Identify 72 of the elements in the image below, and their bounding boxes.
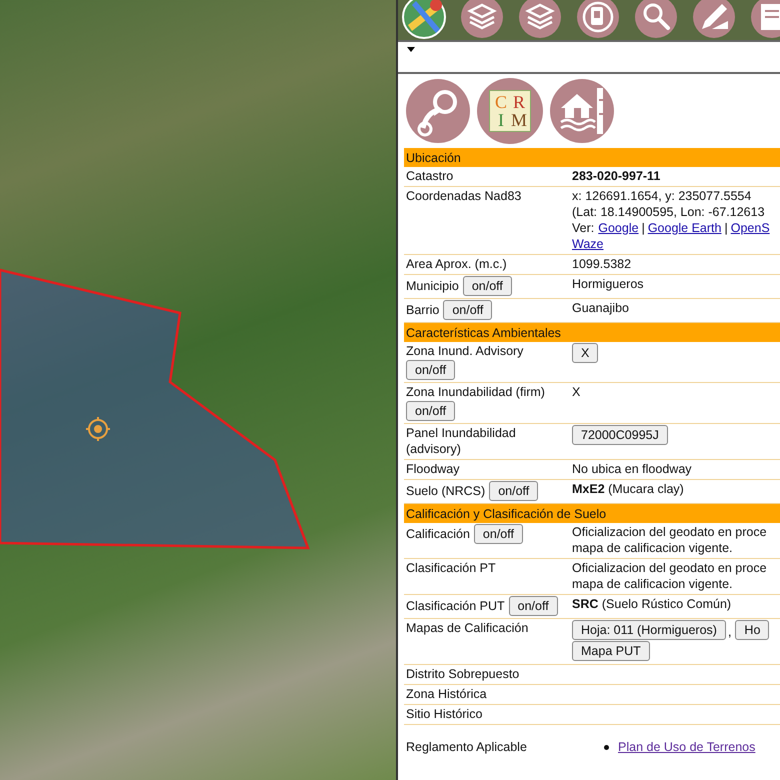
- toggle-button[interactable]: on/off: [489, 481, 538, 501]
- field-label: Reglamento Aplicable: [406, 739, 527, 755]
- pencil-icon[interactable]: [692, 0, 736, 39]
- coordinate-text: x: 126691.1654, y: 235077.5554: [572, 188, 752, 204]
- toggle-button[interactable]: on/off: [443, 300, 492, 320]
- map-button[interactable]: Hoja: 011 (Hormigueros): [572, 620, 726, 640]
- field-label: Zona Histórica: [406, 686, 487, 702]
- map-button[interactable]: 72000C0995J: [572, 425, 668, 445]
- field-label: Sitio Histórico: [406, 706, 482, 722]
- search-icon[interactable]: [634, 0, 678, 39]
- dropdown-field[interactable]: [398, 40, 780, 74]
- toggle-button[interactable]: on/off: [474, 524, 523, 544]
- field-label: Floodway: [406, 461, 460, 477]
- value-text: mapa de calificacion vigente.: [572, 540, 734, 556]
- map-link[interactable]: Google: [598, 221, 639, 235]
- field-label: Clasificación PUT: [406, 598, 505, 614]
- value-text: Guanajibo: [572, 301, 629, 315]
- crim-logo[interactable]: C R I M: [477, 78, 543, 144]
- field-label: Coordenadas Nad83: [406, 188, 522, 204]
- field-label: Zona Inund. Advisory: [406, 343, 524, 359]
- value-text: mapa de calificacion vigente.: [572, 576, 734, 592]
- section-header: Características Ambientales: [404, 323, 780, 342]
- section-header: Calificación y Clasificación de Suelo: [404, 504, 780, 523]
- value-text: MxE2 (Mucara clay): [572, 482, 684, 496]
- field-label: Barrio: [406, 302, 440, 318]
- layers-icon[interactable]: [460, 0, 504, 39]
- toggle-button[interactable]: on/off: [406, 401, 456, 421]
- map-link[interactable]: Google Earth: [648, 221, 722, 235]
- value-text: 283-020-997-11: [572, 169, 660, 183]
- field-label: Catastro: [406, 168, 454, 184]
- value-text: Oficializacion del geodato en proce: [572, 560, 768, 576]
- field-label: Distrito Sobrepuesto: [406, 666, 520, 682]
- logo-letter: I: [497, 111, 505, 129]
- layers-icon[interactable]: [518, 0, 562, 39]
- logo-letter: R: [512, 93, 526, 111]
- field-label: Calificación: [406, 526, 470, 542]
- map-button[interactable]: Mapa PUT: [572, 641, 650, 661]
- map-link[interactable]: Waze: [572, 237, 604, 251]
- logo-letter: C: [494, 93, 508, 111]
- toggle-button[interactable]: on/off: [406, 360, 456, 380]
- house-flood-icon[interactable]: [549, 78, 615, 144]
- regulation-link[interactable]: Plan de Uso de Terrenos: [618, 739, 756, 755]
- value-text: X: [572, 385, 580, 399]
- value-text: No ubica en floodway: [572, 462, 692, 476]
- value-text: Hormigueros: [572, 277, 644, 291]
- field-label: Area Aprox. (m.c.): [406, 256, 507, 272]
- logo-letter: M: [510, 111, 528, 129]
- caret-icon: [407, 47, 415, 52]
- field-label: Mapas de Calificación: [406, 620, 528, 636]
- separator-text: ,: [728, 624, 732, 640]
- bullet-icon: [604, 744, 609, 750]
- map-pin-icon[interactable]: [402, 0, 446, 39]
- map-button[interactable]: Ho: [735, 620, 770, 640]
- separator-text: |: [642, 221, 645, 235]
- section-header: Ubicación: [404, 148, 780, 167]
- separator-text: |: [724, 221, 728, 235]
- value-text: SRC (Suelo Rústico Común): [572, 597, 732, 611]
- toggle-button[interactable]: on/off: [462, 276, 512, 296]
- value-text: 1099.5382: [572, 257, 632, 271]
- field-label: Suelo (NRCS): [406, 483, 486, 499]
- phone-globe-icon[interactable]: [576, 0, 620, 39]
- map-link[interactable]: OpenS: [730, 221, 770, 235]
- value-text: Oficializacion del geodato en proce: [572, 524, 768, 540]
- field-label: Municipio: [406, 278, 459, 294]
- toggle-button[interactable]: on/off: [508, 596, 558, 616]
- crosshair-icon: [86, 417, 110, 441]
- field-label: Clasificación PT: [406, 560, 496, 576]
- field-label: Zona Inundabilidad (firm): [406, 384, 545, 400]
- link-prefix: Ver:: [572, 221, 594, 235]
- coordinate-text: (Lat: 18.14900595, Lon: -67.12613: [572, 204, 766, 220]
- map-button[interactable]: X: [572, 343, 598, 363]
- field-label: Panel Inundabilidad (advisory): [406, 425, 517, 457]
